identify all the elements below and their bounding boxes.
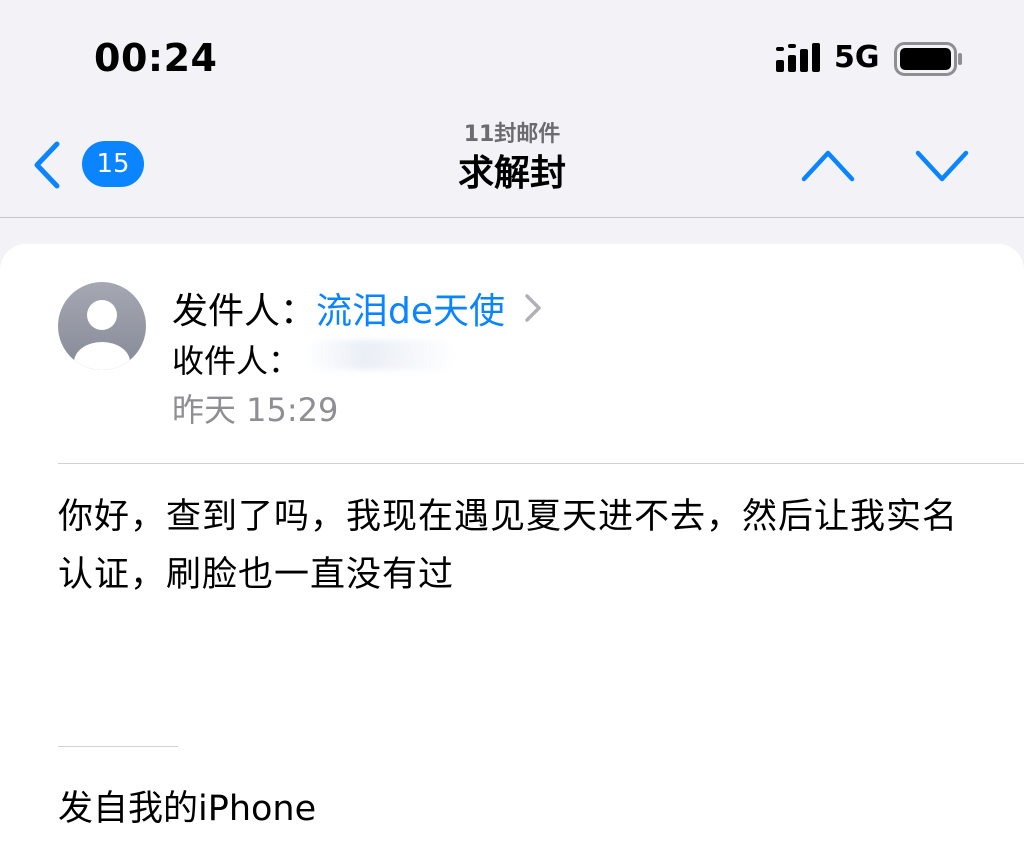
mail-signature: 发自我的iPhone xyxy=(58,789,317,829)
mail-screen: 00:24 5G 15 11封邮件 求解封 发件人： 流泪de天使 收件人： 昨… xyxy=(0,0,1024,867)
mail-body: 你好，查到了吗，我现在遇见夏天进不去，然后让我实名认证，刷脸也一直没有过 xyxy=(58,497,959,595)
to-label: 收件人： xyxy=(172,342,301,380)
status-time: 00:24 xyxy=(94,36,218,80)
from-label: 发件人： xyxy=(172,291,317,332)
up-chevron-icon[interactable] xyxy=(800,148,856,184)
disclosure-chevron-icon[interactable] xyxy=(523,292,543,324)
avatar-icon[interactable] xyxy=(58,282,146,370)
sender-name[interactable]: 流泪de天使 xyxy=(316,282,505,334)
network-label: 5G xyxy=(834,40,880,75)
down-chevron-icon[interactable] xyxy=(914,148,970,184)
signal-icon xyxy=(776,43,820,72)
page-title: 求解封 xyxy=(457,153,566,194)
battery-icon xyxy=(894,42,962,76)
mail-card: 发件人： 流泪de天使 收件人： 昨天 15:29 你好，查到了吗，我现在遇见夏… xyxy=(0,244,1024,867)
recipient-redacted xyxy=(305,340,455,370)
signature-divider xyxy=(58,746,178,747)
from-row: 发件人： 流泪de天使 xyxy=(172,284,543,332)
header-divider xyxy=(58,463,1024,464)
mail-date: 昨天 15:29 xyxy=(172,391,339,429)
nav-divider xyxy=(0,217,1024,218)
